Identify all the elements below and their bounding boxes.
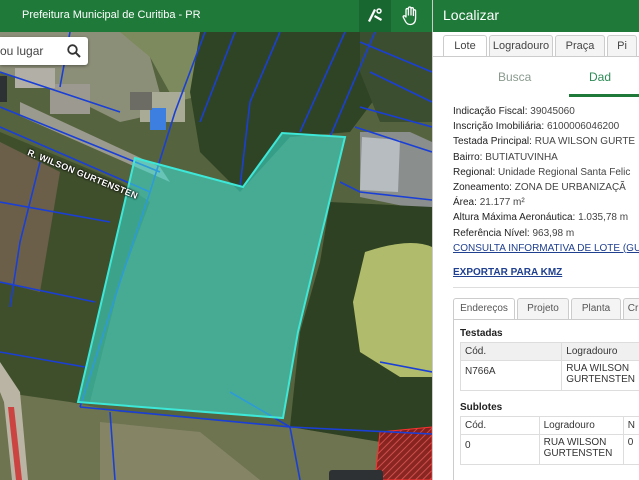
tab-more-details[interactable]: Cr (623, 298, 639, 319)
field-zoneamento: Zoneamento: ZONA DE URBANIZAÇÃ (453, 182, 626, 194)
hand-pan-icon (402, 6, 417, 26)
map-search-input[interactable] (0, 38, 62, 64)
field-inscricao-imobiliaria: Inscrição Imobiliária: 6100006046200 (453, 121, 620, 133)
tab-planta[interactable]: Planta (571, 298, 621, 319)
satellite-imagery (0, 32, 432, 480)
table-header-row: Cód. Logradouro N (460, 416, 639, 435)
exportar-kmz-link[interactable]: EXPORTAR PARA KMZ (453, 265, 639, 280)
top-bar: Prefeitura Municipal de Curitiba - PR (0, 0, 432, 32)
cell-logradouro: RUA WILSON GURTENSTEN (538, 434, 624, 465)
map-side-control[interactable] (0, 76, 7, 102)
tab-praca[interactable]: Praça (555, 35, 605, 56)
consulta-informativa-link[interactable]: CONSULTA INFORMATIVA DE LOTE (GU (453, 241, 639, 256)
tab-more[interactable]: Pi (607, 35, 637, 56)
cell-logradouro: RUA WILSON GURTENSTEN (561, 360, 639, 391)
testadas-table: Cód. Logradouro N766A RUA WILSON GURTENST… (459, 342, 639, 391)
subtab-busca[interactable]: Busca (498, 70, 531, 84)
subtab-dados[interactable]: Dad (589, 70, 611, 84)
pan-tool-button[interactable] (394, 0, 426, 32)
column-header-logradouro: Logradouro (561, 342, 639, 361)
tab-enderecos[interactable]: Endereços (453, 298, 515, 319)
field-indicacao-fiscal: Indicação Fiscal: 39045060 (453, 106, 575, 117)
section-divider (453, 287, 639, 288)
map-bottom-control[interactable] (329, 470, 383, 480)
search-icon[interactable] (62, 38, 86, 64)
field-regional: Regional: Unidade Regional Santa Felic (453, 166, 631, 178)
column-header-n: N (622, 416, 639, 435)
tab-logradouro[interactable]: Logradouro (489, 35, 553, 56)
field-testada-principal: Testada Principal: RUA WILSON GURTE (453, 136, 636, 148)
cell-cod: 0 (460, 434, 540, 465)
sublotes-title: Sublotes (460, 402, 503, 413)
map-search-box[interactable] (0, 37, 88, 65)
panel-title: Localizar (433, 0, 639, 32)
field-altura-maxima: Altura Máxima Aeronáutica: 1.035,78 m (453, 212, 629, 224)
column-header-cod: Cód. (460, 416, 540, 435)
search-type-tabs: Lote Logradouro Praça Pi (443, 35, 639, 57)
testadas-title: Testadas (460, 328, 503, 339)
detail-tabs: Endereços Projeto Planta Cr (453, 298, 639, 320)
cell-cod: N766A (459, 360, 563, 391)
table-row[interactable]: 0 RUA WILSON GURTENSTEN 0 (460, 434, 639, 465)
tab-lote[interactable]: Lote (443, 35, 487, 57)
field-referencia-nivel: Referência Nível: 963,98 m (453, 227, 575, 239)
field-area: Área: 21.177 m² (453, 197, 525, 209)
column-header-logradouro: Logradouro (538, 416, 624, 435)
localizar-panel: Localizar Lote Logradouro Praça Pi Busca… (432, 0, 639, 480)
subtabs: Busca Dad (433, 57, 639, 97)
sublotes-table: Cód. Logradouro N 0 RUA WILSON GURTENSTEN… (460, 416, 639, 465)
map-view[interactable]: R. WILSON GURTENSTEN (0, 32, 432, 480)
lot-info: Indicação Fiscal: 39045060 Inscrição Imo… (453, 104, 639, 280)
measure-tool-button[interactable] (359, 0, 391, 32)
measure-tool-icon (368, 8, 382, 22)
table-header-row: Cód. Logradouro (459, 342, 639, 361)
subtab-active-indicator (569, 94, 639, 97)
tab-projeto[interactable]: Projeto (517, 298, 569, 319)
cell-n: 0 (622, 434, 639, 465)
column-header-cod: Cód. (459, 342, 563, 361)
table-row[interactable]: N766A RUA WILSON GURTENSTEN (459, 360, 639, 391)
app-title: Prefeitura Municipal de Curitiba - PR (22, 9, 201, 21)
field-bairro: Bairro: BUTIATUVINHA (453, 151, 558, 163)
